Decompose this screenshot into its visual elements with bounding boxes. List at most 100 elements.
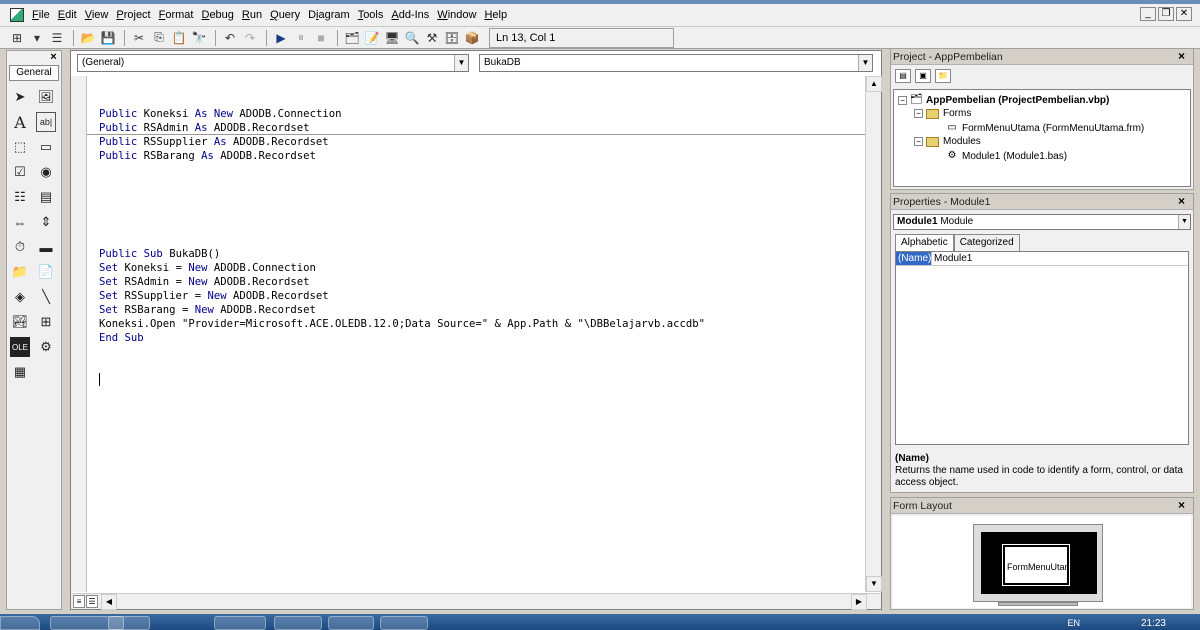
scroll-left-icon[interactable]: ◀ (101, 594, 117, 610)
taskbar-item[interactable] (214, 616, 266, 630)
frame-icon[interactable]: ⬚ (10, 137, 30, 157)
taskbar-item[interactable] (274, 616, 322, 630)
code-editor[interactable]: Public Koneksi As New ADODB.Connection Pu… (87, 79, 867, 415)
collapse-icon[interactable]: − (898, 95, 907, 105)
vscrollbar-icon[interactable]: ⇕ (36, 212, 56, 232)
cut-icon[interactable]: ✂ (130, 29, 148, 47)
object-selector[interactable]: Module1 Module ▼ (893, 214, 1191, 230)
form-position-box[interactable]: FormMenuUtama (1002, 544, 1070, 586)
paste-icon[interactable]: 📋 (170, 29, 188, 47)
margin-indicator-bar[interactable] (71, 76, 87, 592)
picturebox-icon[interactable]: 🖼 (36, 87, 56, 107)
menu-item[interactable]: Query (266, 4, 304, 26)
combobox-icon[interactable]: ☷ (10, 187, 30, 207)
tree-project-root[interactable]: − 🗂 AppPembelian (ProjectPembelian.vbp) (898, 94, 1109, 106)
undo-icon[interactable]: ↶ (221, 29, 239, 47)
menu-item[interactable]: Edit (54, 4, 81, 26)
menu-item[interactable]: Help (480, 4, 511, 26)
optionbutton-icon[interactable]: ◉ (36, 162, 56, 182)
shape-icon[interactable]: ◈ (10, 287, 30, 307)
dirlistbox-icon[interactable]: 📁 (10, 262, 30, 282)
scroll-right-icon[interactable]: ▶ (851, 594, 867, 610)
data-view-icon[interactable]: 🗄 (443, 29, 461, 47)
chevron-down-icon[interactable]: ▼ (1178, 215, 1190, 229)
tree-forms-folder[interactable]: − Forms (914, 108, 971, 119)
minimize-button[interactable]: _ (1140, 7, 1156, 21)
scroll-down-icon[interactable]: ▼ (866, 576, 882, 592)
menu-item[interactable]: Window (433, 4, 480, 26)
menu-item[interactable]: Add-Ins (387, 4, 433, 26)
collapse-icon[interactable]: − (914, 137, 923, 146)
toolbox-tab-general[interactable]: General (9, 65, 59, 81)
system-clock[interactable]: 21:23 (1141, 618, 1166, 629)
line-icon[interactable]: ╲ (36, 287, 56, 307)
find-icon[interactable]: 🔭 (190, 29, 208, 47)
adodc-icon[interactable]: ⚙ (36, 337, 56, 357)
taskbar-item[interactable] (380, 616, 428, 630)
save-icon[interactable]: 💾 (99, 29, 117, 47)
view-code-icon[interactable]: ▤ (895, 69, 911, 83)
copy-icon[interactable]: ⎘ (150, 29, 168, 47)
tree-form-item[interactable]: ▭ FormMenuUtama (FormMenuUtama.frm) (946, 122, 1144, 134)
object-combo[interactable]: (General) ▼ (77, 54, 469, 72)
toggle-folders-icon[interactable]: 📁 (935, 69, 951, 83)
form-layout-close-icon[interactable]: × (1178, 499, 1189, 511)
close-button[interactable]: ✕ (1176, 7, 1192, 21)
menu-item[interactable]: Debug (197, 4, 237, 26)
open-icon[interactable]: 📂 (79, 29, 97, 47)
commandbutton-icon[interactable]: ▭ (36, 137, 56, 157)
run-icon[interactable]: ▶ (272, 29, 290, 47)
stop-icon[interactable]: ■ (312, 29, 330, 47)
chevron-down-icon[interactable]: ▼ (454, 55, 468, 71)
property-value[interactable]: Module1 (932, 252, 972, 265)
restore-button[interactable]: ❐ (1158, 7, 1174, 21)
menu-editor-icon[interactable]: ☰ (48, 29, 66, 47)
vb-app-icon[interactable] (10, 8, 24, 22)
textbox-icon[interactable]: ab| (36, 112, 56, 132)
menu-item[interactable]: View (81, 4, 113, 26)
toolbox-close-icon[interactable]: × (48, 52, 59, 63)
project-close-icon[interactable]: × (1178, 50, 1189, 62)
menu-item[interactable]: Format (155, 4, 198, 26)
property-row[interactable]: (Name) Module1 (896, 252, 1188, 266)
menu-item[interactable]: File (28, 4, 54, 26)
menu-item[interactable]: Tools (354, 4, 388, 26)
menu-item[interactable]: Diagram (304, 4, 354, 26)
full-module-view-icon[interactable]: ☰ (86, 595, 98, 608)
add-form-icon[interactable]: ▾ (28, 29, 46, 47)
horizontal-scrollbar[interactable]: ≡ ☰ ◀ ▶ (71, 593, 881, 610)
filelistbox-icon[interactable]: 📄 (36, 262, 56, 282)
add-project-icon[interactable]: ⊞ (8, 29, 26, 47)
component-manager-icon[interactable]: 📦 (463, 29, 481, 47)
chevron-down-icon[interactable]: ▼ (858, 55, 872, 71)
drivelistbox-icon[interactable]: ▬ (36, 237, 56, 257)
label-icon[interactable]: A (10, 112, 30, 132)
taskbar-item[interactable] (328, 616, 374, 630)
menu-item[interactable]: Project (112, 4, 154, 26)
listbox-icon[interactable]: ▤ (36, 187, 56, 207)
vertical-scrollbar[interactable]: ▲ ▼ (865, 76, 882, 592)
scroll-up-icon[interactable]: ▲ (866, 76, 882, 92)
datagrid-icon[interactable]: ▦ (10, 362, 30, 382)
procedure-combo[interactable]: BukaDB ▼ (479, 54, 873, 72)
collapse-icon[interactable]: − (914, 109, 923, 118)
tab-alphabetic[interactable]: Alphabetic (895, 234, 954, 251)
project-explorer-icon[interactable]: 🗂 (343, 29, 361, 47)
break-icon[interactable]: ⏸ (292, 29, 310, 47)
redo-icon[interactable]: ↷ (241, 29, 259, 47)
object-browser-icon[interactable]: 🔍 (403, 29, 421, 47)
timer-icon[interactable]: ⏱ (10, 237, 30, 257)
procedure-view-icon[interactable]: ≡ (73, 595, 85, 608)
view-object-icon[interactable]: ▣ (915, 69, 931, 83)
toolbox-icon[interactable]: ⚒ (423, 29, 441, 47)
language-indicator[interactable]: EN (1067, 618, 1080, 628)
tree-module-item[interactable]: ⚙ Module1 (Module1.bas) (946, 150, 1068, 162)
hscrollbar-icon[interactable]: ⇔ (10, 212, 30, 232)
tab-categorized[interactable]: Categorized (953, 234, 1020, 251)
properties-window-icon[interactable]: 📝 (363, 29, 381, 47)
checkbox-icon[interactable]: ☑ (10, 162, 30, 182)
form-layout-icon[interactable]: 🖥 (383, 29, 401, 47)
image-icon[interactable]: 🏞 (10, 312, 30, 332)
data-control-icon[interactable]: ⊞ (36, 312, 56, 332)
tree-modules-folder[interactable]: − Modules (914, 136, 981, 147)
